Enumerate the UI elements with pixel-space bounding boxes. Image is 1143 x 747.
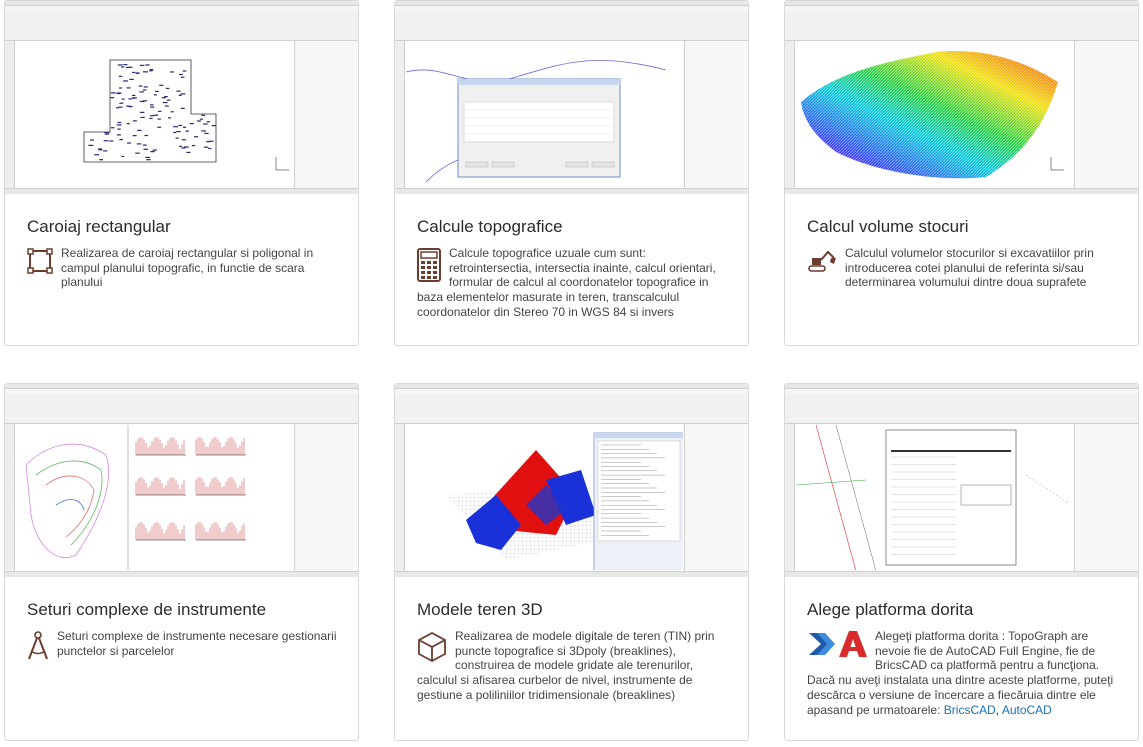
screenshot-volume bbox=[785, 1, 1138, 194]
card-description: Seturi complexe de instrumente necesare … bbox=[57, 629, 337, 658]
compass-icon bbox=[27, 631, 49, 665]
card-title: Caroiaj rectangular bbox=[27, 217, 171, 236]
card-title: Seturi complexe de instrumente bbox=[27, 600, 267, 619]
card-description: Realizarea de modele digitale de teren (… bbox=[417, 629, 715, 702]
bricscad-link[interactable]: BricsCAD bbox=[944, 703, 996, 717]
card-title: Calcul volume stocuri bbox=[807, 217, 969, 236]
autocad-logo-icon bbox=[839, 631, 867, 657]
calculator-icon bbox=[417, 248, 441, 286]
card-description: Calcule topografice uzuale cum sunt: ret… bbox=[417, 246, 716, 319]
card-description: Calculul volumelor stocurilor si excavat… bbox=[845, 246, 1094, 290]
cube-icon bbox=[417, 631, 447, 667]
screenshot-modele bbox=[395, 384, 748, 577]
screenshot-platforma bbox=[785, 384, 1138, 577]
autocad-link[interactable]: AutoCAD bbox=[1002, 703, 1052, 717]
bricscad-autocad-logos bbox=[807, 629, 869, 663]
rectangle-grid-icon bbox=[27, 248, 53, 278]
feature-card-volume: Calcul volume stocuri Calculul volumelor… bbox=[784, 0, 1139, 346]
excavator-icon bbox=[807, 248, 837, 278]
card-title: Calcule topografice bbox=[417, 217, 563, 236]
card-title: Modele teren 3D bbox=[417, 600, 543, 619]
screenshot-caroiaj bbox=[5, 1, 358, 194]
screenshot-seturi bbox=[5, 384, 358, 577]
bricscad-logo-icon bbox=[809, 633, 835, 655]
feature-card-seturi: Seturi complexe de instrumente Seturi co… bbox=[4, 383, 359, 741]
feature-card-caroiaj: Caroiaj rectangular Realizarea de caroia… bbox=[4, 0, 359, 346]
feature-card-platforma: Alege platforma dorita Alegeţi platforma… bbox=[784, 383, 1139, 741]
screenshot-calcule bbox=[395, 1, 748, 194]
feature-card-calcule: Calcule topografice Calcule topografice … bbox=[394, 0, 749, 346]
feature-card-modele: Modele teren 3D Realizarea de modele dig… bbox=[394, 383, 749, 741]
card-description: Realizarea de caroiaj rectangular si pol… bbox=[61, 246, 314, 290]
card-title: Alege platforma dorita bbox=[807, 600, 974, 619]
